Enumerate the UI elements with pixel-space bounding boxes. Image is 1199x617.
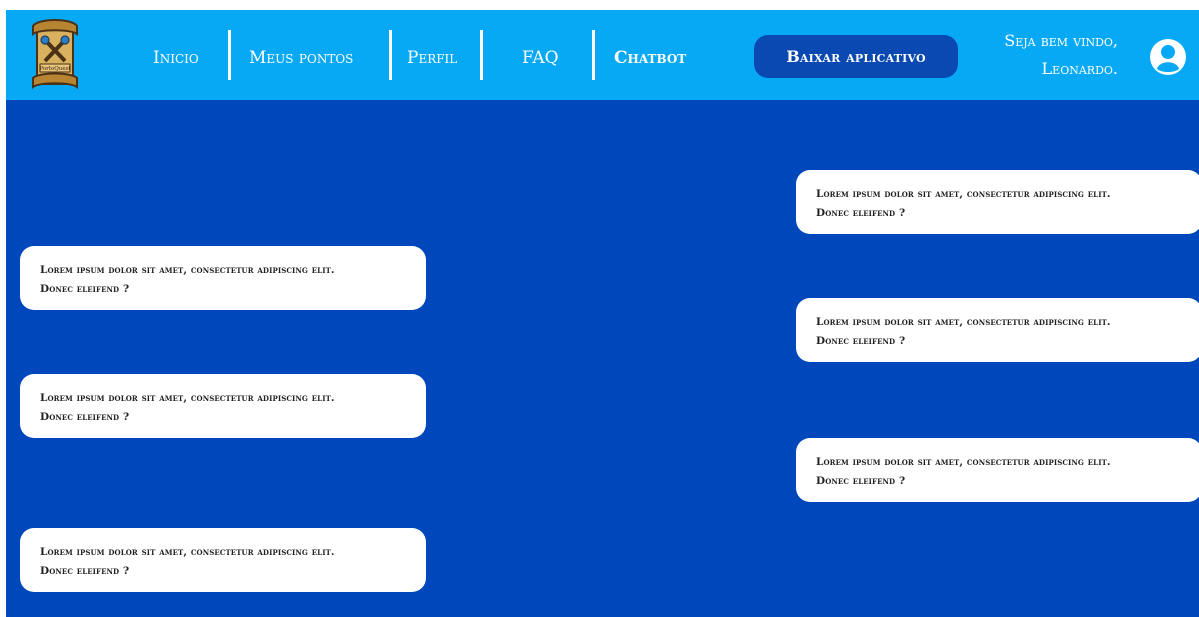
message-text-line-1: Lorem ipsum dolor sit amet, consectetur … [40, 546, 335, 558]
nav-inicio[interactable]: Inicio [153, 44, 199, 72]
welcome-message: Seja bem vindo, Leonardo. [948, 27, 1118, 83]
message-text-line-1: Lorem ipsum dolor sit amet, consectetur … [40, 264, 335, 276]
nav-divider [228, 30, 231, 80]
scroll-logo-icon[interactable]: PortoQuest [31, 16, 79, 92]
download-app-button[interactable]: Baixar aplicativo [754, 35, 958, 78]
top-navbar: PortoQuest Inicio Meus pontos Perfil FAQ… [6, 10, 1199, 100]
chat-message-3: Lorem ipsum dolor sit amet, consectetur … [796, 298, 1199, 362]
message-text-line-1: Lorem ipsum dolor sit amet, consectetur … [40, 392, 335, 404]
chatbot-page: PortoQuest Inicio Meus pontos Perfil FAQ… [6, 10, 1199, 617]
message-text-line-2: Donec eleifend ? [816, 207, 906, 219]
chat-message-6: Lorem ipsum dolor sit amet, consectetur … [20, 528, 426, 592]
chat-message-1: Lorem ipsum dolor sit amet, consectetur … [796, 170, 1199, 234]
message-text-line-2: Donec eleifend ? [40, 283, 130, 295]
welcome-line-1: Seja bem vindo, [1004, 31, 1118, 50]
message-text-line-2: Donec eleifend ? [816, 335, 906, 347]
chat-message-4: Lorem ipsum dolor sit amet, consectetur … [20, 374, 426, 438]
message-text-line-2: Donec eleifend ? [40, 565, 130, 577]
chat-message-5: Lorem ipsum dolor sit amet, consectetur … [796, 438, 1199, 502]
message-text-line-2: Donec eleifend ? [40, 411, 130, 423]
message-text-line-2: Donec eleifend ? [816, 475, 906, 487]
nav-divider [480, 30, 483, 80]
nav-faq[interactable]: FAQ [522, 44, 559, 72]
message-text-line-1: Lorem ipsum dolor sit amet, consectetur … [816, 316, 1111, 328]
nav-divider [592, 30, 595, 80]
nav-divider [389, 30, 392, 80]
user-avatar-icon[interactable] [1149, 38, 1187, 76]
welcome-user-name: Leonardo. [1041, 59, 1118, 78]
message-text-line-1: Lorem ipsum dolor sit amet, consectetur … [816, 188, 1111, 200]
nav-perfil[interactable]: Perfil [407, 44, 457, 72]
message-text-line-1: Lorem ipsum dolor sit amet, consectetur … [816, 456, 1111, 468]
logo-text: PortoQuest [39, 66, 71, 72]
chat-message-2: Lorem ipsum dolor sit amet, consectetur … [20, 246, 426, 310]
nav-chatbot[interactable]: Chatbot [614, 44, 686, 72]
nav-meus-pontos[interactable]: Meus pontos [249, 44, 353, 72]
